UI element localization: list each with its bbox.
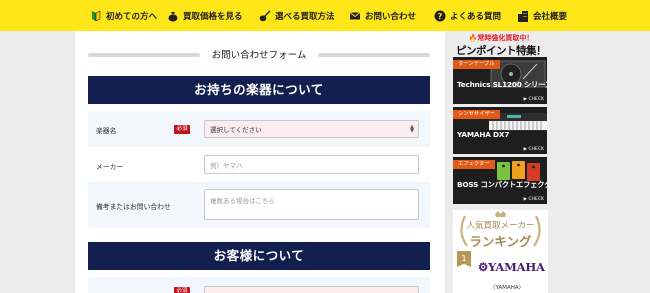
check-link: ▶ CHECK <box>523 147 544 152</box>
building-icon <box>518 10 528 22</box>
question-icon: ? <box>434 10 446 21</box>
customer-row: 必須 <box>88 277 430 293</box>
svg-text:?: ? <box>438 12 443 21</box>
maker-placeholder: 例）ヤマハ <box>210 161 243 170</box>
nav-item-faq[interactable]: ? よくある質問 <box>434 0 501 31</box>
category-tag: ターンテーブル <box>453 60 500 69</box>
section-title-instrument: お持ちの楽器について <box>88 76 430 104</box>
ranking-title-line2: ランキング <box>469 234 532 249</box>
maker-row: メーカー 例）ヤマハ <box>88 147 430 182</box>
nav-item-label: 買取価格を見る <box>183 11 243 22</box>
instrument-label: 楽器名 <box>96 127 117 135</box>
yamaha-logo[interactable]: ⚙YAMAHA <box>478 260 545 274</box>
maker-label: メーカー <box>96 163 124 171</box>
maker-input[interactable]: 例）ヤマハ <box>204 155 419 174</box>
promo-subtitle: 🔥常時強化買取中！ <box>468 34 534 42</box>
nav-item-label: 選べる買取方法 <box>275 11 335 22</box>
nav-item-prices[interactable]: 買取価格を見る <box>167 0 243 31</box>
ranking-title-line1: 人気買取メーカー <box>466 221 535 231</box>
nav-item-methods[interactable]: 選べる買取方法 <box>259 0 335 31</box>
promo-title: ピンポイント特集！ <box>456 45 547 57</box>
nav-item-beginners[interactable]: 初めての方へ <box>90 0 157 31</box>
top-nav: 初めての方へ 買取価格を見る 選べる買取方法 お問い合わせ ? よくある質問 会… <box>0 0 650 31</box>
notes-label: 備考またはお問い合わせ <box>96 203 171 211</box>
check-link: ▶ CHECK <box>523 97 544 102</box>
heading-rule <box>318 53 430 57</box>
banner-title: Technics SL1200 シリーズ <box>457 80 547 89</box>
money-bag-icon <box>168 11 178 22</box>
instrument-row: 楽器名 必須 選択してください ▲ ▼ <box>88 111 430 147</box>
beginner-mark-icon <box>92 10 101 21</box>
nav-item-label: 会社概要 <box>533 11 568 22</box>
mail-icon <box>349 11 361 19</box>
guitar-icon <box>259 10 271 21</box>
notes-placeholder: 複数ある場合はこちら <box>210 197 275 205</box>
customer-input[interactable] <box>204 286 419 293</box>
required-badge: 必須 <box>174 287 190 293</box>
banner-title: BOSS コンパクトエフェクター <box>457 180 547 189</box>
check-link: ▶ CHECK <box>523 197 544 202</box>
ranking-header: 人気買取メーカー ランキング <box>453 210 548 249</box>
required-badge: 必須 <box>174 125 190 134</box>
banner-technics[interactable]: ターンテーブル Technics SL1200 シリーズ ▶ CHECK <box>453 57 547 104</box>
category-tag: シンセサイザー <box>453 110 501 119</box>
form-heading: お問い合わせフォーム <box>88 47 430 61</box>
category-tag: エフェクター <box>453 160 495 169</box>
banner-title: YAMAHA DX7 <box>457 130 510 139</box>
nav-item-label: お問い合わせ <box>365 11 417 22</box>
nav-item-company[interactable]: 会社概要 <box>517 0 567 31</box>
instrument-select[interactable]: 選択してください ▲ ▼ <box>204 120 419 138</box>
nav-item-label: よくある質問 <box>450 11 502 22</box>
select-arrows-icon: ▲ ▼ <box>410 124 414 134</box>
section-title-customer: お客様について <box>88 242 430 270</box>
nav-item-label: 初めての方へ <box>106 11 158 22</box>
instrument-select-value: 選択してください <box>210 126 262 134</box>
banner-boss[interactable]: エフェクター BOSS コンパクトエフェクター ▶ CHECK <box>453 157 547 204</box>
brand-caption: 〈YAMAHA〉 <box>490 285 525 291</box>
nav-item-contact[interactable]: お問い合わせ <box>349 0 416 31</box>
banner-dx7[interactable]: シンセサイザー YAMAHA DX7 ▶ CHECK <box>453 107 547 154</box>
notes-textarea[interactable]: 複数ある場合はこちら <box>204 189 419 220</box>
notes-row: 備考またはお問い合わせ 複数ある場合はこちら <box>88 182 430 228</box>
tuning-forks-icon: ⚙ <box>478 260 489 274</box>
